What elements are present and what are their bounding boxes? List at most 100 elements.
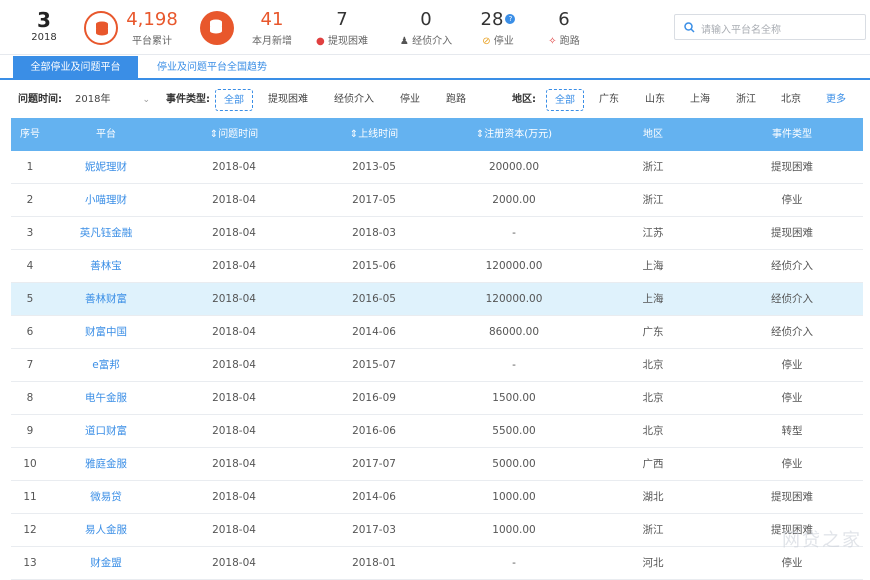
table-row[interactable]: 9道口财富2018-042016-065500.00北京转型 — [11, 415, 863, 448]
online-time: 2018-01 — [305, 547, 443, 579]
platform-link[interactable]: 微易贷 — [49, 481, 163, 513]
platform-link[interactable]: 电午金服 — [49, 382, 163, 414]
table-row[interactable]: 13财金盟2018-042018-01-河北停业 — [11, 547, 863, 580]
registered-capital: - — [443, 547, 585, 579]
tab-all-problem-platforms[interactable]: 全部停业及问题平台 — [13, 56, 138, 80]
online-time: 2015-07 — [305, 349, 443, 381]
region: 江苏 — [585, 217, 721, 249]
region-option-guangdong[interactable]: 广东 — [599, 89, 619, 111]
watermark-logo: 网贷之家 — [782, 526, 862, 552]
row-index: 11 — [11, 481, 49, 513]
problem-time: 2018-04 — [163, 151, 305, 183]
event-type: 经侦介入 — [721, 250, 863, 282]
online-time: 2016-06 — [305, 415, 443, 447]
row-index: 7 — [11, 349, 49, 381]
row-index: 8 — [11, 382, 49, 414]
region: 广东 — [585, 316, 721, 348]
problem-time: 2018-04 — [163, 547, 305, 579]
platform-link[interactable]: 英凡钰金融 — [49, 217, 163, 249]
event-type: 停业 — [721, 382, 863, 414]
event-type: 提现困难 — [721, 151, 863, 183]
type-option-all[interactable]: 全部 — [215, 89, 253, 111]
platform-link[interactable]: 善林财富 — [49, 283, 163, 315]
region: 广西 — [585, 448, 721, 480]
problem-time: 2018-04 — [163, 514, 305, 546]
table-row[interactable]: 3英凡钰金融2018-042018-03-江苏提现困难 — [11, 217, 863, 250]
region: 北京 — [585, 415, 721, 447]
event-type: 提现困难 — [721, 217, 863, 249]
event-type: 经侦介入 — [721, 283, 863, 315]
problem-time: 2018-04 — [163, 448, 305, 480]
year-stat: 3 2018 — [24, 10, 64, 43]
type-option-withdraw-difficulty[interactable]: 提现困难 — [268, 89, 308, 111]
table-row[interactable]: 8电午金服2018-042016-091500.00北京停业 — [11, 382, 863, 415]
type-option-run[interactable]: 跑路 — [446, 89, 466, 111]
platform-link[interactable]: 财富中国 — [49, 316, 163, 348]
table-row[interactable]: 5善林财富2018-042016-05120000.00上海经侦介入 — [11, 283, 863, 316]
col-header-region: 地区 — [585, 118, 721, 151]
year-select[interactable]: 2018年 ⌄ — [68, 89, 156, 111]
region-option-all[interactable]: 全部 — [546, 89, 584, 111]
event-type: 停业 — [721, 349, 863, 381]
platform-link[interactable]: 善林宝 — [49, 250, 163, 282]
row-index: 5 — [11, 283, 49, 315]
row-index: 2 — [11, 184, 49, 216]
region: 湖北 — [585, 481, 721, 513]
row-index: 6 — [11, 316, 49, 348]
type-option-stopped[interactable]: 停业 — [400, 89, 420, 111]
tab-bar: 全部停业及问题平台 停业及问题平台全国趋势 — [0, 56, 870, 80]
police-value: 0 — [394, 10, 458, 30]
stopped-stat: 28? ⊘ 停业 — [476, 10, 520, 47]
platform-link[interactable]: 妮妮理财 — [49, 151, 163, 183]
tab-national-trend[interactable]: 停业及问题平台全国趋势 — [146, 56, 278, 80]
ban-icon: ⊘ — [482, 36, 490, 47]
registered-capital: 120000.00 — [443, 283, 585, 315]
platform-link[interactable]: 雅庭金服 — [49, 448, 163, 480]
month-new-label: 本月新增 — [244, 32, 300, 47]
table-row[interactable]: 10雅庭金服2018-042017-075000.00广西停业 — [11, 448, 863, 481]
table-row[interactable]: 6财富中国2018-042014-0686000.00广东经侦介入 — [11, 316, 863, 349]
col-header-capital-label: 注册资本(万元) — [484, 129, 552, 140]
platform-link[interactable]: e富邦 — [49, 349, 163, 381]
month-new-stat: 41 本月新增 — [244, 10, 300, 47]
col-header-problem-time[interactable]: ⇕问题时间 — [163, 118, 305, 151]
table-row[interactable]: 11微易贷2018-042014-061000.00湖北提现困难 — [11, 481, 863, 514]
platform-link[interactable]: 道口财富 — [49, 415, 163, 447]
platform-link[interactable]: 小喵理财 — [49, 184, 163, 216]
table-body: 1妮妮理财2018-042013-0520000.00浙江提现困难2小喵理财20… — [11, 151, 863, 580]
platform-link[interactable]: 易人金服 — [49, 514, 163, 546]
table-row[interactable]: 12易人金服2018-042017-031000.00浙江提现困难 — [11, 514, 863, 547]
table-row[interactable]: 7e富邦2018-042015-07-北京停业 — [11, 349, 863, 382]
table-row[interactable]: 2小喵理财2018-042017-052000.00浙江停业 — [11, 184, 863, 217]
police-stat: 0 ♟ 经侦介入 — [394, 10, 458, 47]
event-type: 经侦介入 — [721, 316, 863, 348]
event-type: 停业 — [721, 448, 863, 480]
problem-time: 2018-04 — [163, 184, 305, 216]
col-header-online-time[interactable]: ⇕上线时间 — [305, 118, 443, 151]
event-type-label: 事件类型: — [166, 89, 210, 111]
online-time: 2018-03 — [305, 217, 443, 249]
running-person-icon: ✧ — [548, 36, 556, 47]
help-icon[interactable]: ? — [505, 14, 515, 24]
region-option-beijing[interactable]: 北京 — [781, 89, 801, 111]
month-new-value: 41 — [244, 10, 300, 30]
registered-capital: 1000.00 — [443, 481, 585, 513]
col-header-capital[interactable]: ⇕注册资本(万元) — [443, 118, 585, 151]
region-option-shanghai[interactable]: 上海 — [690, 89, 710, 111]
registered-capital: 86000.00 — [443, 316, 585, 348]
event-type: 转型 — [721, 415, 863, 447]
col-header-platform: 平台 — [49, 118, 163, 151]
problem-time: 2018-04 — [163, 349, 305, 381]
type-option-police[interactable]: 经侦介入 — [334, 89, 374, 111]
region-option-zhejiang[interactable]: 浙江 — [736, 89, 756, 111]
table-row[interactable]: 4善林宝2018-042015-06120000.00上海经侦介入 — [11, 250, 863, 283]
table-row[interactable]: 1妮妮理财2018-042013-0520000.00浙江提现困难 — [11, 151, 863, 184]
search-input[interactable]: 请输入平台名全称 — [674, 14, 866, 40]
platform-link[interactable]: 财金盟 — [49, 547, 163, 579]
table-header: 序号 平台 ⇕问题时间 ⇕上线时间 ⇕注册资本(万元) 地区 事件类型 — [11, 118, 863, 151]
region-option-shandong[interactable]: 山东 — [645, 89, 665, 111]
region: 浙江 — [585, 514, 721, 546]
region-more-link[interactable]: 更多 — [826, 89, 846, 111]
online-time: 2017-05 — [305, 184, 443, 216]
region: 浙江 — [585, 151, 721, 183]
